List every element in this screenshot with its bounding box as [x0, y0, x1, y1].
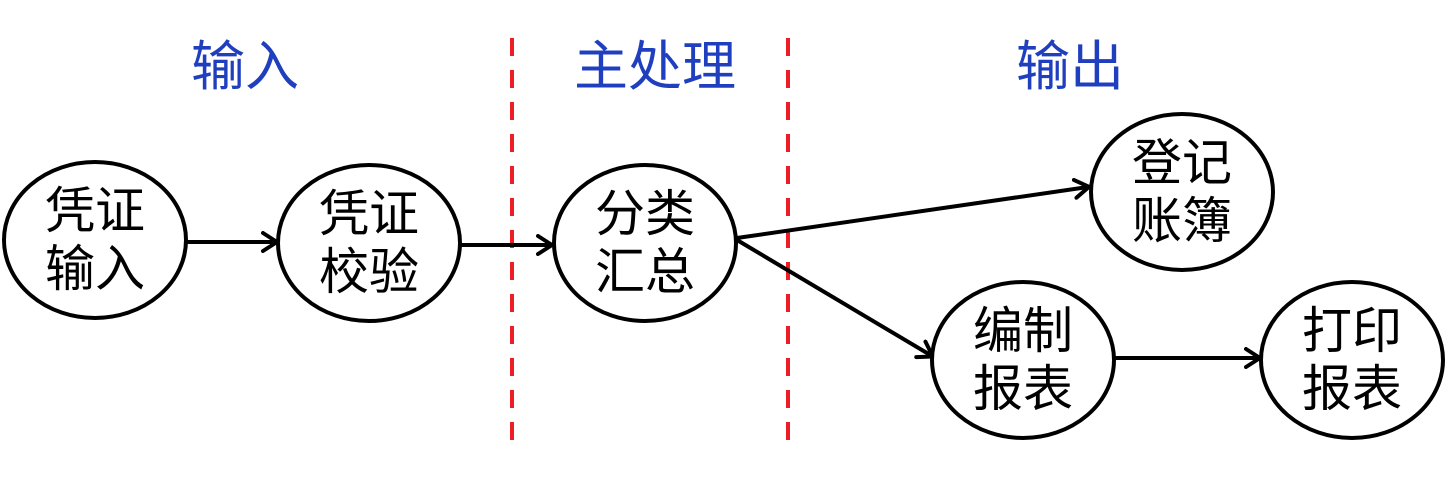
- edge-classify-summary-to-compile-report: [735, 238, 935, 360]
- node-label-line: 打印: [1302, 302, 1402, 360]
- node-label-line: 登记: [1132, 134, 1232, 192]
- node-label-compile-report: 编制 报表: [933, 302, 1113, 418]
- node-label-print-report: 打印 报表: [1262, 302, 1442, 418]
- node-label-line: 凭证: [45, 182, 145, 240]
- section-title-input: 输入: [191, 35, 299, 98]
- node-label-line: 账簿: [1132, 192, 1232, 250]
- node-label-voucher-input: 凭证 输入: [5, 182, 185, 298]
- node-label-register-ledger: 登记 账簿: [1092, 134, 1272, 250]
- node-label-line: 报表: [1302, 360, 1402, 418]
- node-label-classify-summary: 分类 汇总: [555, 185, 735, 301]
- section-title-output: 输出: [1016, 35, 1124, 98]
- section-title-main: 主处理: [574, 35, 736, 98]
- node-label-line: 汇总: [595, 243, 695, 301]
- node-label-line: 凭证: [319, 185, 419, 243]
- node-label-line: 输入: [45, 240, 145, 298]
- node-label-line: 校验: [319, 243, 419, 301]
- node-label-voucher-check: 凭证 校验: [279, 185, 459, 301]
- node-label-line: 分类: [595, 185, 695, 243]
- node-label-line: 编制: [973, 302, 1073, 360]
- node-label-line: 报表: [973, 360, 1073, 418]
